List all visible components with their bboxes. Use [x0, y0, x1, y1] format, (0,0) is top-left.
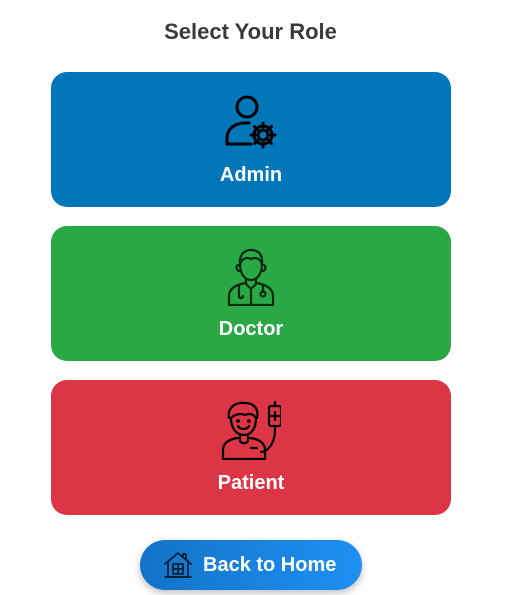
role-card-patient[interactable]: Patient [51, 380, 451, 515]
home-icon [163, 550, 193, 580]
admin-gear-user-icon [221, 92, 281, 152]
patient-iv-drip-icon [221, 400, 281, 460]
page-title: Select Your Role [164, 19, 337, 44]
role-label-admin: Admin [219, 164, 283, 186]
role-label-doctor: Doctor [218, 318, 284, 340]
back-to-home-label: Back to Home [203, 553, 337, 576]
doctor-icon [221, 246, 281, 306]
role-label-patient: Patient [217, 472, 285, 494]
back-to-home-button[interactable]: Back to Home [140, 540, 362, 590]
role-card-doctor[interactable]: Doctor [51, 226, 451, 361]
role-card-admin[interactable]: Admin [51, 72, 451, 207]
